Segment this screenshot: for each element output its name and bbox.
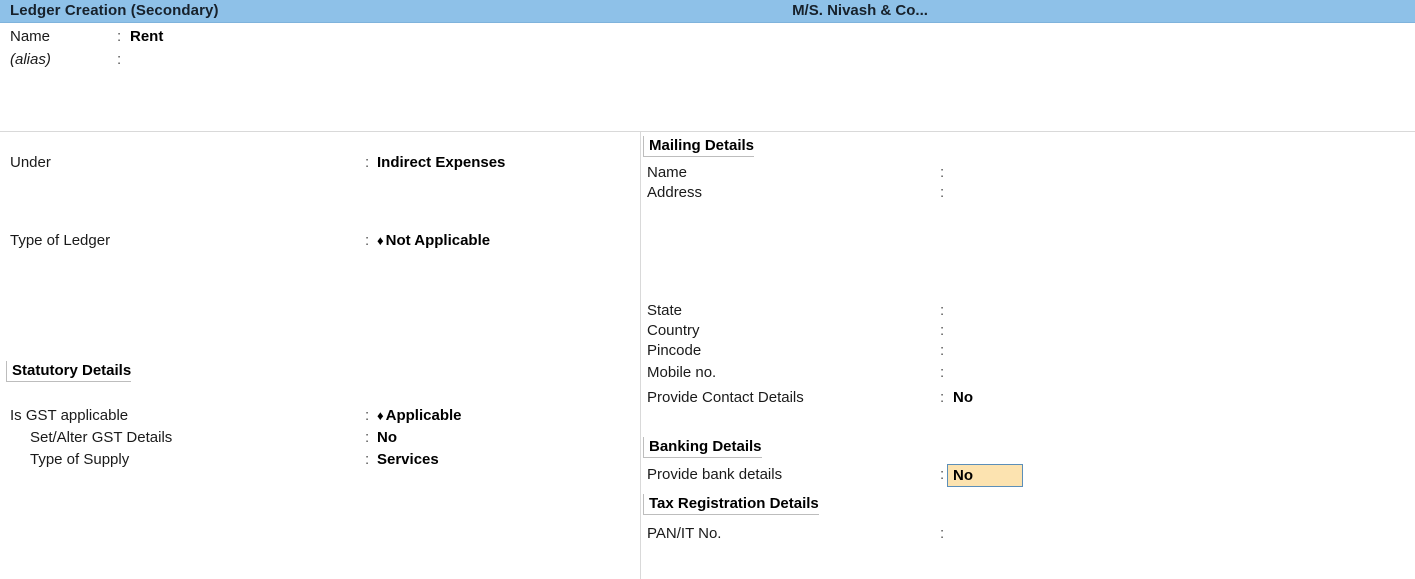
type-of-ledger-value[interactable]: ♦ Not Applicable (377, 231, 490, 251)
window-title-bar: Ledger Creation (Secondary) M/S. Nivash … (0, 0, 1415, 23)
under-value[interactable]: Indirect Expenses (377, 153, 505, 173)
provide-bank-details-input[interactable]: No (947, 464, 1023, 487)
field-row-type-of-ledger[interactable]: Type of Ledger : ♦ Not Applicable (0, 231, 640, 251)
mailing-details-heading: Mailing Details (643, 136, 755, 157)
alias-label: (alias) (10, 51, 51, 68)
field-row-mailing-address[interactable]: Address : (640, 183, 1140, 203)
field-row-alias[interactable]: (alias) : (0, 50, 640, 70)
tax-registration-details-heading: Tax Registration Details (643, 494, 819, 515)
horizontal-divider (0, 131, 1415, 132)
field-row-mailing-name[interactable]: Name : (640, 163, 1140, 183)
country-label: Country (647, 322, 700, 339)
name-label: Name (10, 28, 51, 45)
mailing-name-label: Name (647, 164, 688, 181)
banking-details-heading: Banking Details (643, 437, 762, 458)
selection-diamond-icon: ♦ (377, 233, 384, 248)
field-row-set-alter-gst-details[interactable]: Set/Alter GST Details : No (0, 428, 640, 448)
set-alter-gst-details-label: Set/Alter GST Details (30, 429, 173, 446)
provide-bank-details-label: Provide bank details (647, 466, 783, 483)
selection-diamond-icon: ♦ (377, 408, 384, 423)
field-row-mobile-no[interactable]: Mobile no. : (640, 363, 1140, 383)
state-label: State (647, 302, 683, 319)
type-of-ledger-colon: : (365, 232, 370, 249)
under-label: Under (10, 154, 51, 171)
field-row-provide-contact-details[interactable]: Provide Contact Details : No (640, 388, 1140, 408)
field-row-is-gst-applicable[interactable]: Is GST applicable : ♦ Applicable (0, 406, 640, 426)
mobile-no-colon: : (940, 364, 945, 381)
pincode-label: Pincode (647, 342, 702, 359)
name-value[interactable]: Rent (130, 27, 163, 47)
company-name-title: M/S. Nivash & Co... (792, 2, 928, 19)
field-row-country[interactable]: Country : (640, 321, 1140, 341)
provide-contact-details-colon: : (940, 389, 945, 406)
type-of-supply-value[interactable]: Services (377, 450, 439, 470)
statutory-details-heading: Statutory Details (6, 361, 132, 382)
is-gst-applicable-value[interactable]: ♦ Applicable (377, 406, 462, 426)
is-gst-applicable-value-text: Applicable (385, 407, 462, 424)
type-of-ledger-label: Type of Ledger (10, 232, 111, 249)
type-of-ledger-value-text: Not Applicable (385, 232, 491, 249)
is-gst-applicable-colon: : (365, 407, 370, 424)
alias-colon: : (117, 51, 122, 68)
under-colon: : (365, 154, 370, 171)
provide-contact-details-value[interactable]: No (953, 388, 973, 408)
state-colon: : (940, 302, 945, 319)
type-of-supply-label: Type of Supply (30, 451, 130, 468)
pincode-colon: : (940, 342, 945, 359)
field-row-type-of-supply[interactable]: Type of Supply : Services (0, 450, 640, 470)
country-colon: : (940, 322, 945, 339)
pan-it-no-colon: : (940, 525, 945, 542)
mailing-address-colon: : (940, 184, 945, 201)
field-row-state[interactable]: State : (640, 301, 1140, 321)
provide-contact-details-label: Provide Contact Details (647, 389, 804, 406)
set-alter-gst-details-colon: : (365, 429, 370, 446)
field-row-pan-it-no[interactable]: PAN/IT No. : (640, 524, 1140, 544)
field-row-under[interactable]: Under : Indirect Expenses (0, 153, 640, 173)
pan-it-no-label: PAN/IT No. (647, 525, 722, 542)
mailing-address-label: Address (647, 184, 703, 201)
provide-bank-details-colon: : (940, 466, 945, 483)
is-gst-applicable-label: Is GST applicable (10, 407, 129, 424)
name-colon: : (117, 28, 122, 45)
field-row-pincode[interactable]: Pincode : (640, 341, 1140, 361)
type-of-supply-colon: : (365, 451, 370, 468)
mobile-no-label: Mobile no. (647, 364, 717, 381)
mailing-name-colon: : (940, 164, 945, 181)
field-row-name[interactable]: Name : Rent (0, 27, 640, 47)
set-alter-gst-details-value[interactable]: No (377, 428, 397, 448)
field-row-provide-bank-details[interactable]: Provide bank details : (640, 465, 1140, 485)
